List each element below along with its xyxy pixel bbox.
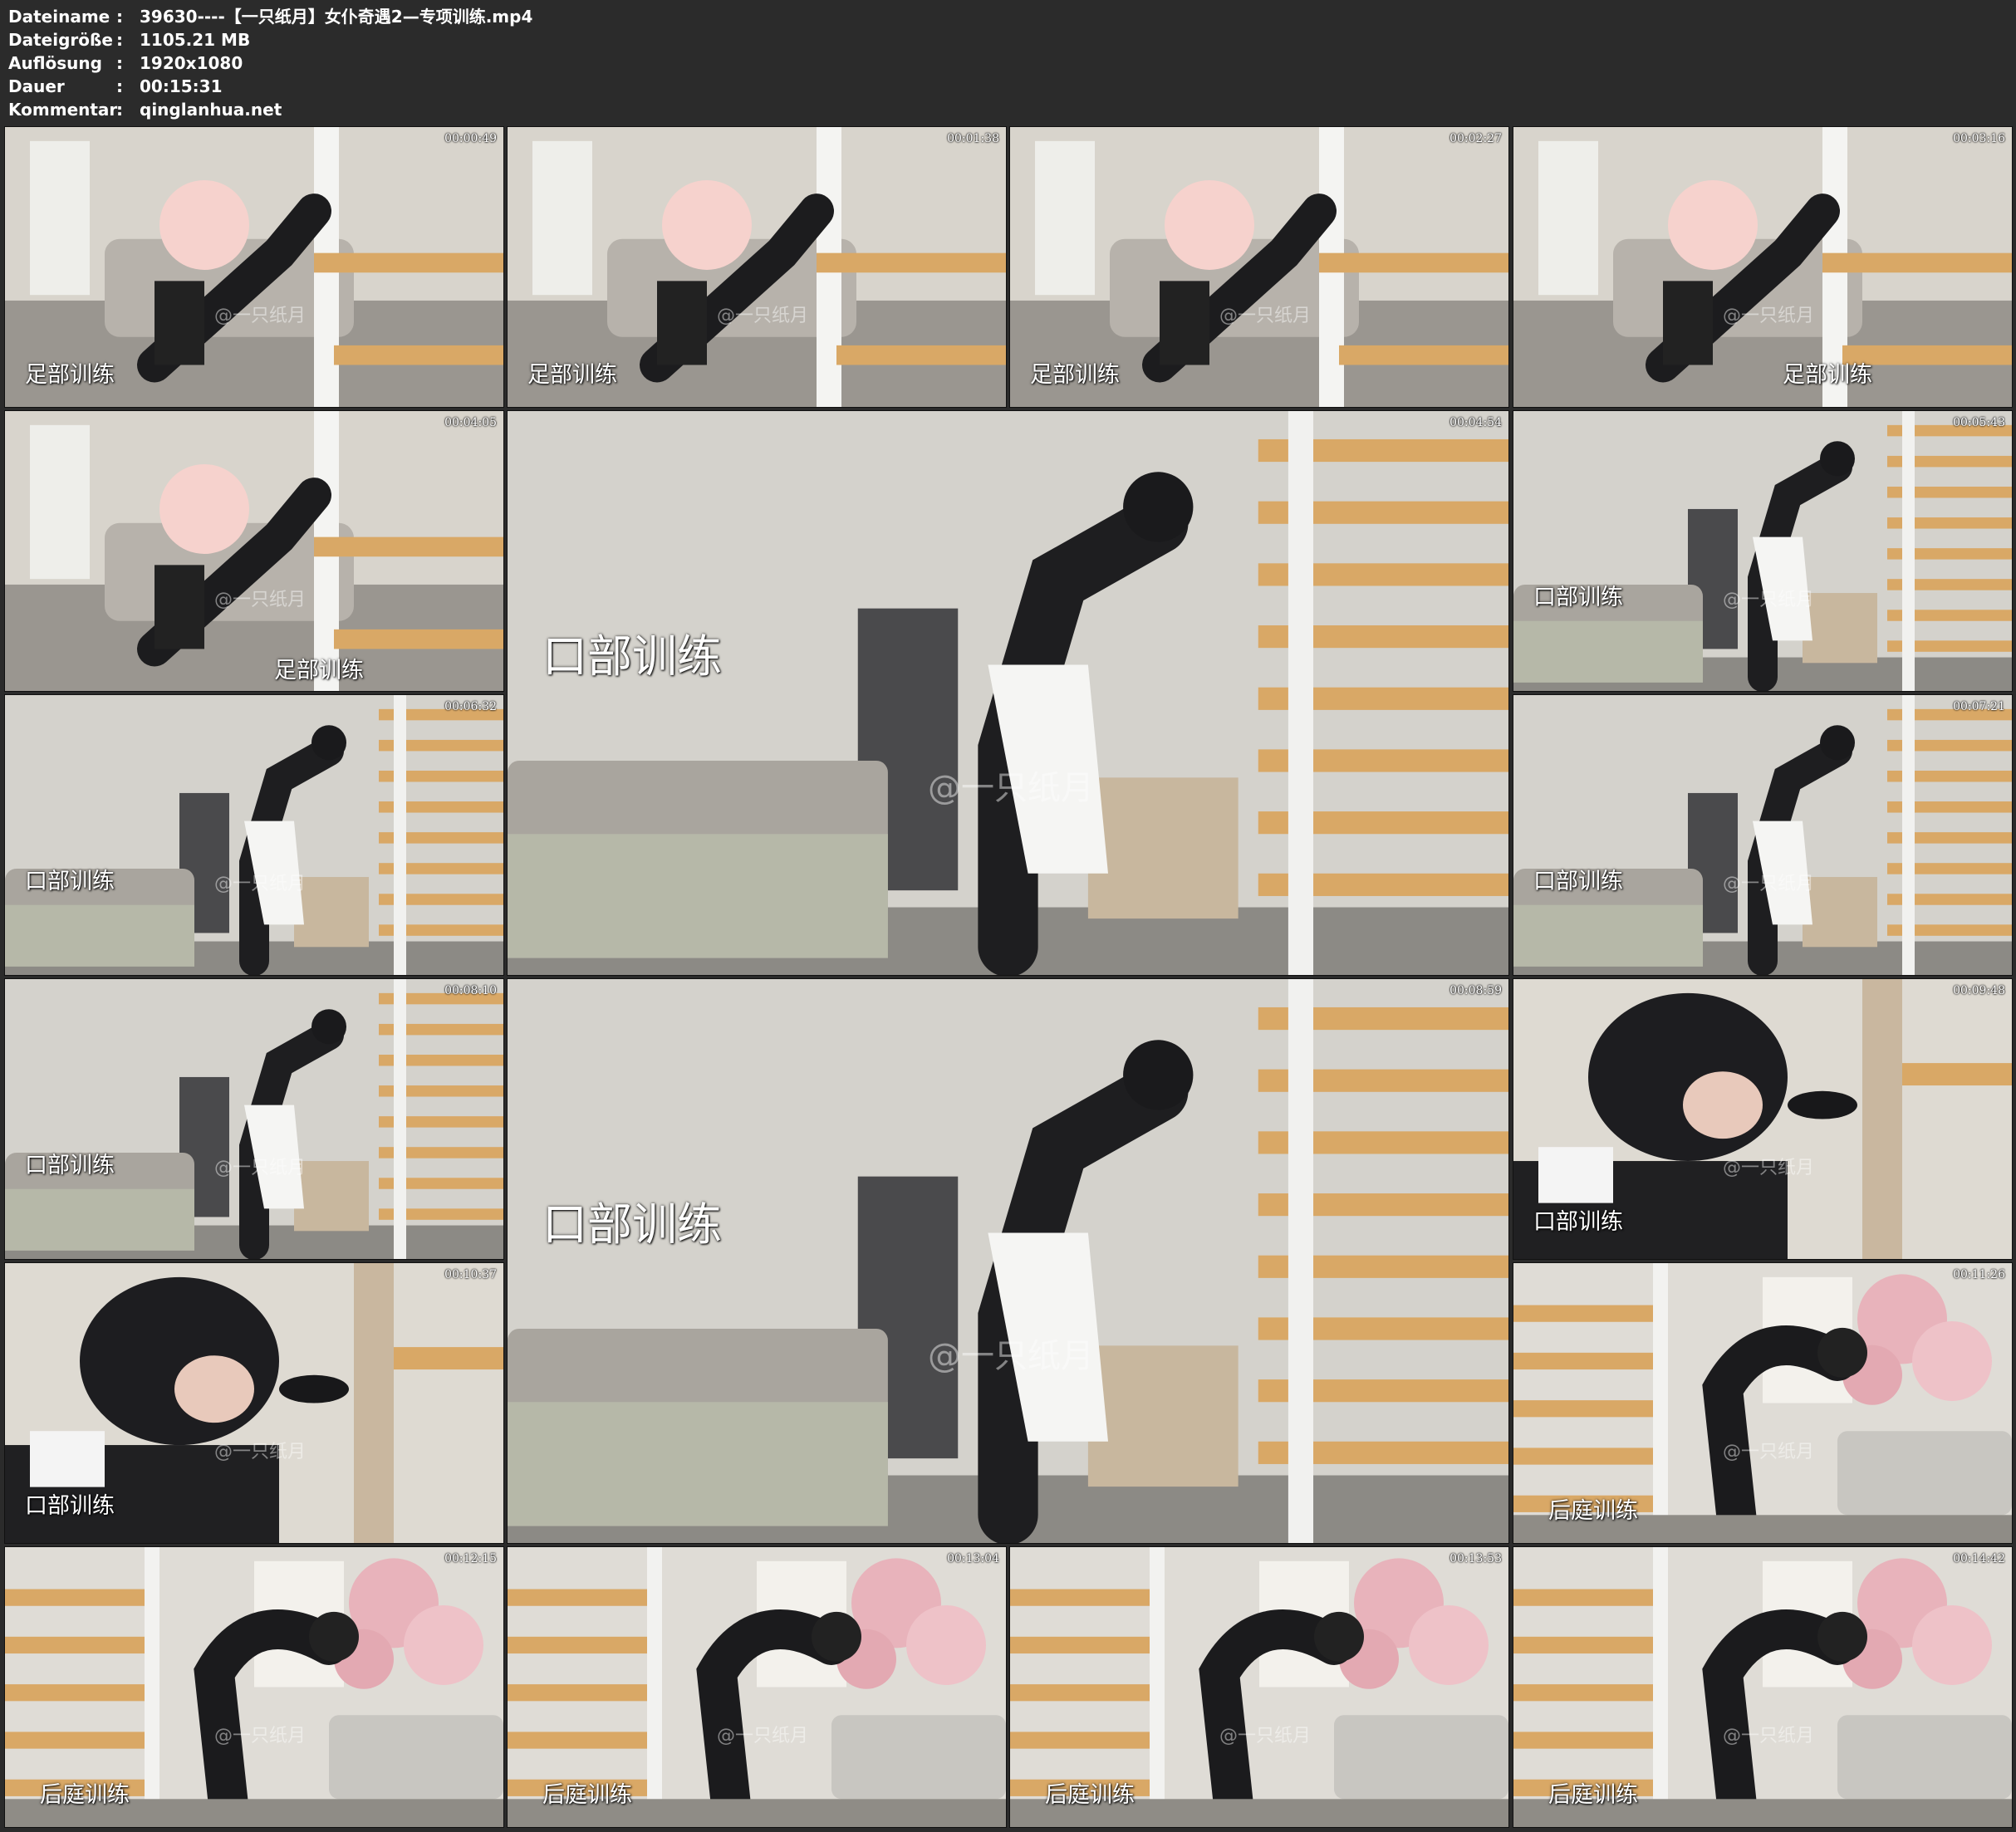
video-thumbnail: @一只纸月 00:12:15 后庭训练 — [4, 1546, 504, 1828]
thumbnail-grid: @一只纸月 00:00:49 足部训练 @一只纸月 00:01:38 足部训练 @一只纸… — [0, 0, 2016, 1832]
video-thumbnail: @一只纸月 00:01:38 足部训练 — [507, 126, 1007, 408]
watermark: @一只纸月 — [1219, 306, 1312, 326]
thumbnail-timestamp: 00:08:59 — [1449, 984, 1502, 997]
thumbnail-timestamp: 00:09:48 — [1953, 984, 2005, 997]
watermark: @一只纸月 — [717, 1726, 809, 1746]
thumbnail-caption: 口部训练 — [1533, 585, 1623, 610]
watermark: @一只纸月 — [1723, 306, 1815, 326]
watermark: @一只纸月 — [717, 306, 809, 326]
video-thumbnail: @一只纸月 00:08:59 口部训练 — [507, 978, 1509, 1544]
video-thumbnail: @一只纸月 00:14:42 后庭训练 — [1513, 1546, 2013, 1828]
thumbnail-timestamp: 00:04:05 — [444, 416, 497, 429]
thumbnail-caption: 口部训练 — [1533, 1209, 1623, 1235]
watermark: @一只纸月 — [214, 306, 307, 326]
thumbnail-caption: 口部训练 — [25, 1153, 115, 1178]
thumbnail-caption: 后庭训练 — [1045, 1782, 1135, 1808]
watermark: @一只纸月 — [1723, 1726, 1815, 1746]
video-thumbnail: @一只纸月 00:06:32 口部训练 — [4, 694, 504, 976]
thumbnail-timestamp: 00:11:26 — [1953, 1268, 2005, 1281]
thumbnail-caption: 足部训练 — [527, 362, 617, 388]
thumbnail-scene-image — [1513, 411, 2012, 691]
video-thumbnail: @一只纸月 00:00:49 足部训练 — [4, 126, 504, 408]
thumbnail-caption: 后庭训练 — [542, 1782, 632, 1808]
thumbnail-caption: 后庭训练 — [40, 1782, 130, 1808]
thumbnail-scene-image — [508, 411, 1508, 975]
thumbnail-caption: 足部训练 — [1783, 362, 1872, 388]
watermark: @一只纸月 — [928, 769, 1094, 807]
thumbnail-scene-image — [5, 411, 503, 691]
thumbnail-scene-image — [1513, 127, 2012, 407]
watermark: @一只纸月 — [1723, 590, 1815, 610]
video-thumbnail: @一只纸月 00:04:54 口部训练 — [507, 410, 1509, 976]
video-thumbnail: @一只纸月 00:13:04 后庭训练 — [507, 1546, 1007, 1828]
watermark: @一只纸月 — [1219, 1726, 1312, 1746]
thumbnail-caption: 后庭训练 — [1548, 1498, 1638, 1524]
watermark: @一只纸月 — [214, 590, 307, 610]
watermark: @一只纸月 — [214, 1158, 307, 1178]
thumbnail-caption: 足部训练 — [274, 658, 364, 683]
thumbnail-timestamp: 00:13:04 — [947, 1552, 999, 1565]
thumbnail-timestamp: 00:01:38 — [947, 132, 999, 145]
video-thumbnail: @一只纸月 00:09:48 口部训练 — [1513, 978, 2013, 1260]
thumbnail-caption: 口部训练 — [25, 1493, 115, 1519]
thumbnail-scene-image — [5, 979, 503, 1259]
video-thumbnail: @一只纸月 00:11:26 后庭训练 — [1513, 1262, 2013, 1544]
thumbnail-timestamp: 00:04:54 — [1449, 416, 1502, 429]
thumbnail-timestamp: 00:07:21 — [1953, 700, 2005, 713]
thumbnail-timestamp: 00:05:43 — [1953, 416, 2005, 429]
thumbnail-timestamp: 00:13:53 — [1449, 1552, 1502, 1565]
thumbnail-timestamp: 00:12:15 — [444, 1552, 497, 1565]
video-thumbnail: @一只纸月 00:02:27 足部训练 — [1009, 126, 1509, 408]
thumbnail-timestamp: 00:10:37 — [444, 1268, 497, 1281]
thumbnail-caption: 足部训练 — [25, 362, 115, 388]
watermark: @一只纸月 — [214, 1726, 307, 1746]
watermark: @一只纸月 — [1723, 874, 1815, 894]
thumbnail-timestamp: 00:08:10 — [444, 984, 497, 997]
watermark: @一只纸月 — [1723, 1158, 1815, 1178]
video-thumbnail: @一只纸月 00:03:16 足部训练 — [1513, 126, 2013, 408]
watermark: @一只纸月 — [928, 1337, 1094, 1375]
thumbnail-scene-image — [1513, 695, 2012, 975]
watermark: @一只纸月 — [214, 874, 307, 894]
video-thumbnail: @一只纸月 00:05:43 口部训练 — [1513, 410, 2013, 692]
thumbnail-caption: 口部训练 — [25, 869, 115, 894]
thumbnail-caption: 口部训练 — [542, 1198, 722, 1251]
thumbnail-timestamp: 00:02:27 — [1449, 132, 1502, 145]
video-thumbnail: @一只纸月 00:13:53 后庭训练 — [1009, 1546, 1509, 1828]
thumbnail-scene-image — [5, 695, 503, 975]
video-thumbnail: @一只纸月 00:10:37 口部训练 — [4, 1262, 504, 1544]
thumbnail-timestamp: 00:03:16 — [1953, 132, 2005, 145]
thumbnail-caption: 足部训练 — [1030, 362, 1120, 388]
watermark: @一只纸月 — [1723, 1442, 1815, 1462]
video-thumbnail: @一只纸月 00:08:10 口部训练 — [4, 978, 504, 1260]
video-thumbnail: @一只纸月 00:04:05 足部训练 — [4, 410, 504, 692]
thumbnail-timestamp: 00:06:32 — [444, 700, 497, 713]
video-thumbnail: @一只纸月 00:07:21 口部训练 — [1513, 694, 2013, 976]
thumbnail-timestamp: 00:00:49 — [444, 132, 497, 145]
thumbnail-caption: 后庭训练 — [1548, 1782, 1638, 1808]
watermark: @一只纸月 — [214, 1442, 307, 1462]
thumbnail-timestamp: 00:14:42 — [1953, 1552, 2005, 1565]
thumbnail-caption: 口部训练 — [1533, 869, 1623, 894]
thumbnail-scene-image — [508, 979, 1508, 1543]
thumbnail-caption: 口部训练 — [542, 630, 722, 683]
